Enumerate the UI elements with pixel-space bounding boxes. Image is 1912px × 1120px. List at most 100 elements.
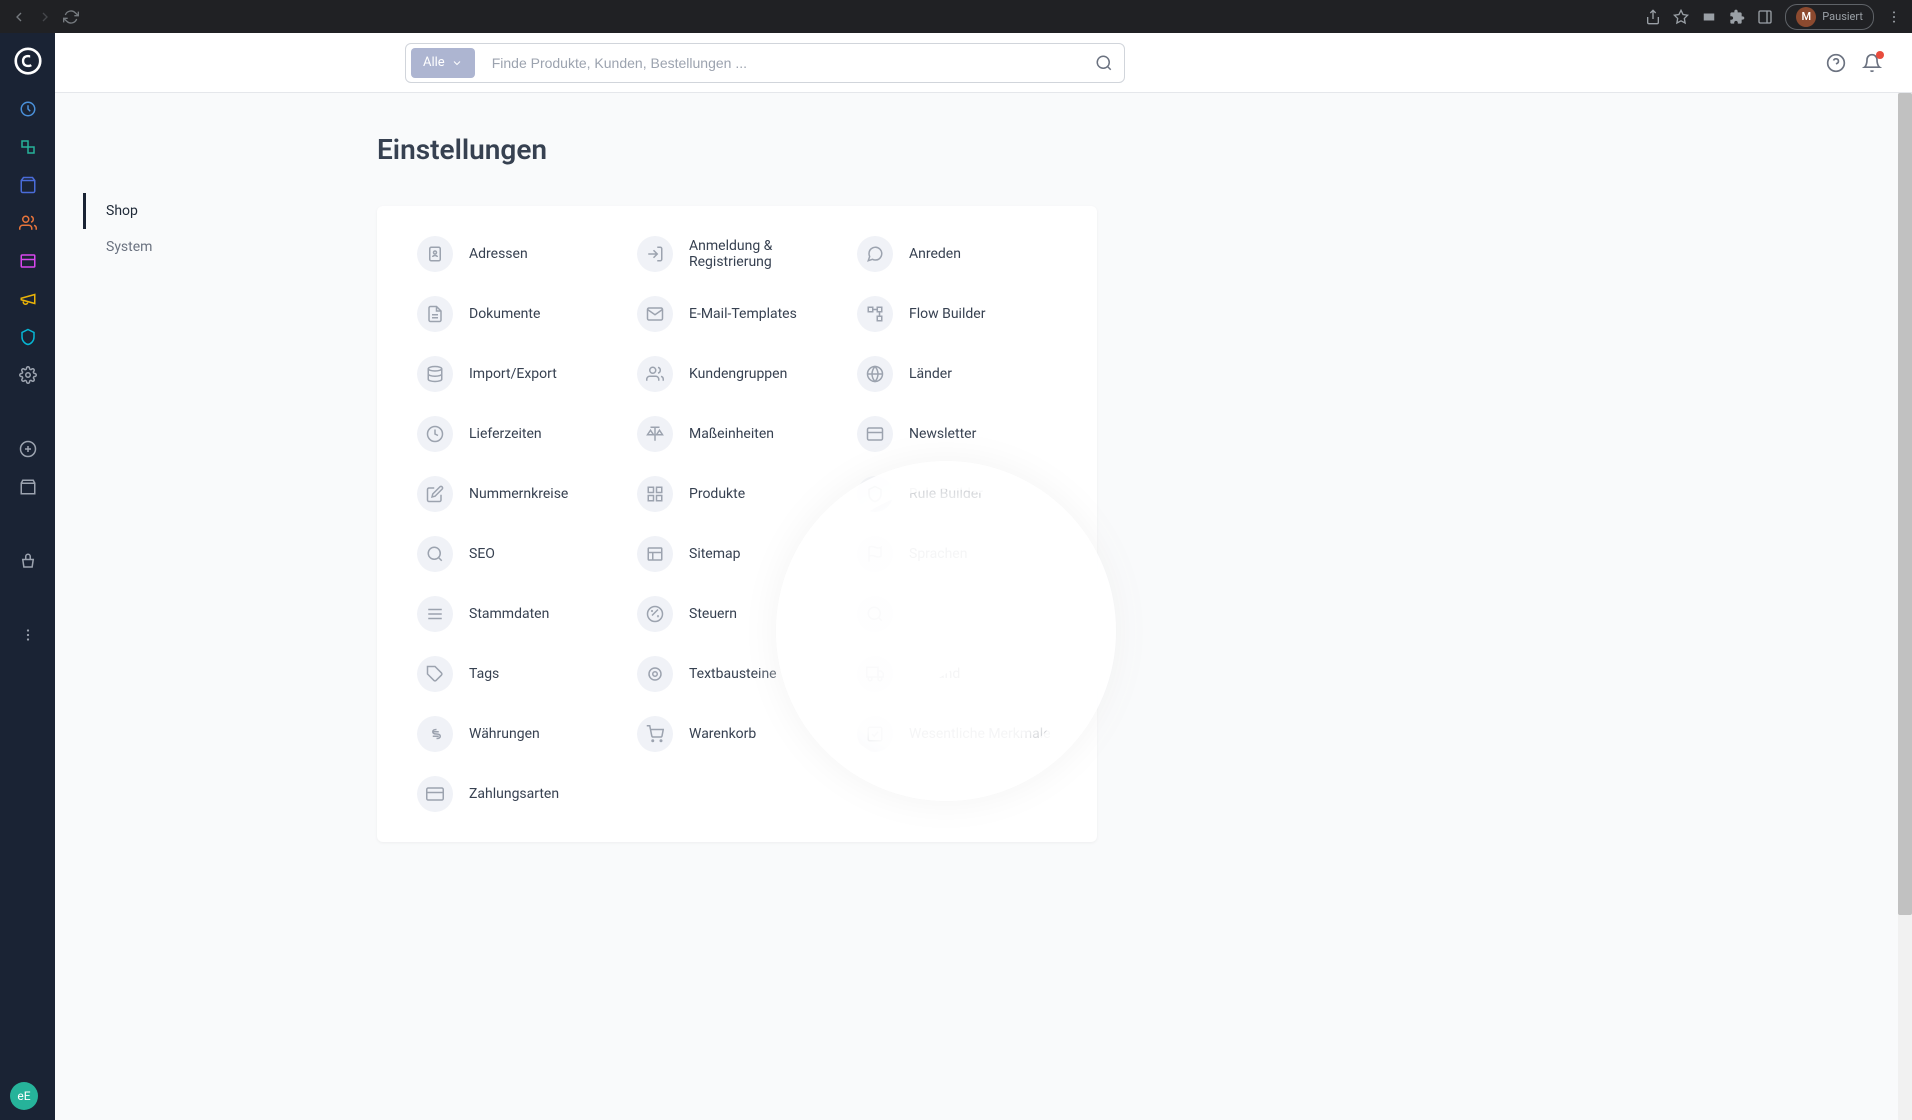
list-icon xyxy=(417,596,453,632)
setting-item-clock[interactable]: Lieferzeiten xyxy=(417,416,617,452)
nav-marketing-icon[interactable] xyxy=(18,289,38,309)
video-play-button[interactable] xyxy=(746,431,1146,831)
setting-item-salutation[interactable]: Anreden xyxy=(857,236,1057,272)
search-filter-label: Alle xyxy=(423,55,445,70)
setting-item-search[interactable]: SEO xyxy=(417,536,617,572)
setting-item-address[interactable]: Adressen xyxy=(417,236,617,272)
help-button[interactable] xyxy=(1826,53,1846,73)
group-icon xyxy=(637,356,673,392)
setting-label: Sitemap xyxy=(689,546,740,562)
setting-item-country[interactable]: Länder xyxy=(857,356,1057,392)
sidepanel-icon[interactable] xyxy=(1757,9,1773,25)
profile-paused-pill[interactable]: M Pausiert xyxy=(1785,4,1874,30)
setting-label: Steuern xyxy=(689,606,737,622)
address-icon xyxy=(417,236,453,272)
search-bar: Alle xyxy=(405,43,1125,83)
secondary-nav-item-system[interactable]: System xyxy=(83,229,377,265)
search-filter-dropdown[interactable]: Alle xyxy=(411,48,475,78)
profile-badge: M xyxy=(1796,7,1816,27)
main-sidebar: eE xyxy=(0,33,55,1120)
setting-item-mail[interactable]: E-Mail-Templates xyxy=(637,296,837,332)
setting-label: Flow Builder xyxy=(909,306,985,322)
browser-menu-icon[interactable] xyxy=(1886,9,1902,25)
setting-label: Import/Export xyxy=(469,366,557,382)
setting-item-flow[interactable]: Flow Builder xyxy=(857,296,1057,332)
page-title: Einstellungen xyxy=(377,133,1872,166)
setting-label: E-Mail-Templates xyxy=(689,306,797,322)
notifications-button[interactable] xyxy=(1862,53,1882,73)
media-icon[interactable] xyxy=(1701,9,1717,25)
browser-chrome: M Pausiert xyxy=(0,0,1912,33)
nav-dashboard-icon[interactable] xyxy=(18,99,38,119)
setting-label: Kundengruppen xyxy=(689,366,787,382)
nav-content-icon[interactable] xyxy=(18,251,38,271)
text-icon xyxy=(637,656,673,692)
setting-label: Länder xyxy=(909,366,952,382)
nav-customers-icon[interactable] xyxy=(18,213,38,233)
country-icon xyxy=(857,356,893,392)
notification-dot xyxy=(1876,51,1884,59)
setting-label: Produkte xyxy=(689,486,745,502)
share-icon[interactable] xyxy=(1645,9,1661,25)
nav-orders-icon[interactable] xyxy=(18,175,38,195)
nav-extensions-icon[interactable] xyxy=(18,327,38,347)
extensions-icon[interactable] xyxy=(1729,9,1745,25)
nav-basket-icon[interactable] xyxy=(18,551,38,571)
nav-settings-icon[interactable] xyxy=(18,365,38,385)
scale-icon xyxy=(637,416,673,452)
setting-item-currency[interactable]: Währungen xyxy=(417,716,617,752)
browser-back-button[interactable] xyxy=(10,8,28,26)
cart-icon xyxy=(637,716,673,752)
search-icon xyxy=(1095,54,1113,72)
payment-icon xyxy=(417,776,453,812)
setting-label: Nummernkreise xyxy=(469,486,568,502)
setting-item-list[interactable]: Stammdaten xyxy=(417,596,617,632)
flow-icon xyxy=(857,296,893,332)
tag-icon xyxy=(417,656,453,692)
setting-label: Stammdaten xyxy=(469,606,549,622)
search-icon xyxy=(417,536,453,572)
products-icon xyxy=(637,476,673,512)
topbar: Alle xyxy=(55,33,1912,93)
numberrange-icon xyxy=(417,476,453,512)
nav-store-icon[interactable] xyxy=(18,477,38,497)
tax-icon xyxy=(637,596,673,632)
setting-item-numberrange[interactable]: Nummernkreise xyxy=(417,476,617,512)
app-logo[interactable] xyxy=(14,47,42,75)
nav-catalog-icon[interactable] xyxy=(18,137,38,157)
setting-label: Lieferzeiten xyxy=(469,426,542,442)
scrollbar[interactable] xyxy=(1898,93,1912,1120)
bookmark-icon[interactable] xyxy=(1673,9,1689,25)
document-icon xyxy=(417,296,453,332)
setting-label: Währungen xyxy=(469,726,540,742)
play-icon xyxy=(903,561,1013,701)
setting-item-group[interactable]: Kundengruppen xyxy=(637,356,837,392)
setting-item-document[interactable]: Dokumente xyxy=(417,296,617,332)
setting-label: Adressen xyxy=(469,246,528,262)
mail-icon xyxy=(637,296,673,332)
setting-label: Anmeldung & Registrierung xyxy=(689,238,837,270)
paused-label: Pausiert xyxy=(1822,10,1863,23)
browser-reload-button[interactable] xyxy=(62,8,80,26)
setting-item-tag[interactable]: Tags xyxy=(417,656,617,692)
setting-item-db[interactable]: Import/Export xyxy=(417,356,617,392)
sitemap-icon xyxy=(637,536,673,572)
login-icon xyxy=(637,236,673,272)
currency-icon xyxy=(417,716,453,752)
setting-label: Dokumente xyxy=(469,306,540,322)
salutation-icon xyxy=(857,236,893,272)
nav-more-icon[interactable] xyxy=(18,625,38,645)
user-avatar[interactable]: eE xyxy=(10,1082,38,1110)
search-submit-button[interactable] xyxy=(1084,54,1124,72)
search-input[interactable] xyxy=(480,55,1084,71)
setting-label: Tags xyxy=(469,666,499,682)
db-icon xyxy=(417,356,453,392)
setting-item-payment[interactable]: Zahlungsarten xyxy=(417,776,617,812)
nav-add-icon[interactable] xyxy=(18,439,38,459)
clock-icon xyxy=(417,416,453,452)
browser-forward-button[interactable] xyxy=(36,8,54,26)
setting-label: SEO xyxy=(469,546,495,562)
setting-item-login[interactable]: Anmeldung & Registrierung xyxy=(637,236,837,272)
secondary-nav: ShopSystem xyxy=(55,93,377,1120)
secondary-nav-item-shop[interactable]: Shop xyxy=(83,193,377,229)
